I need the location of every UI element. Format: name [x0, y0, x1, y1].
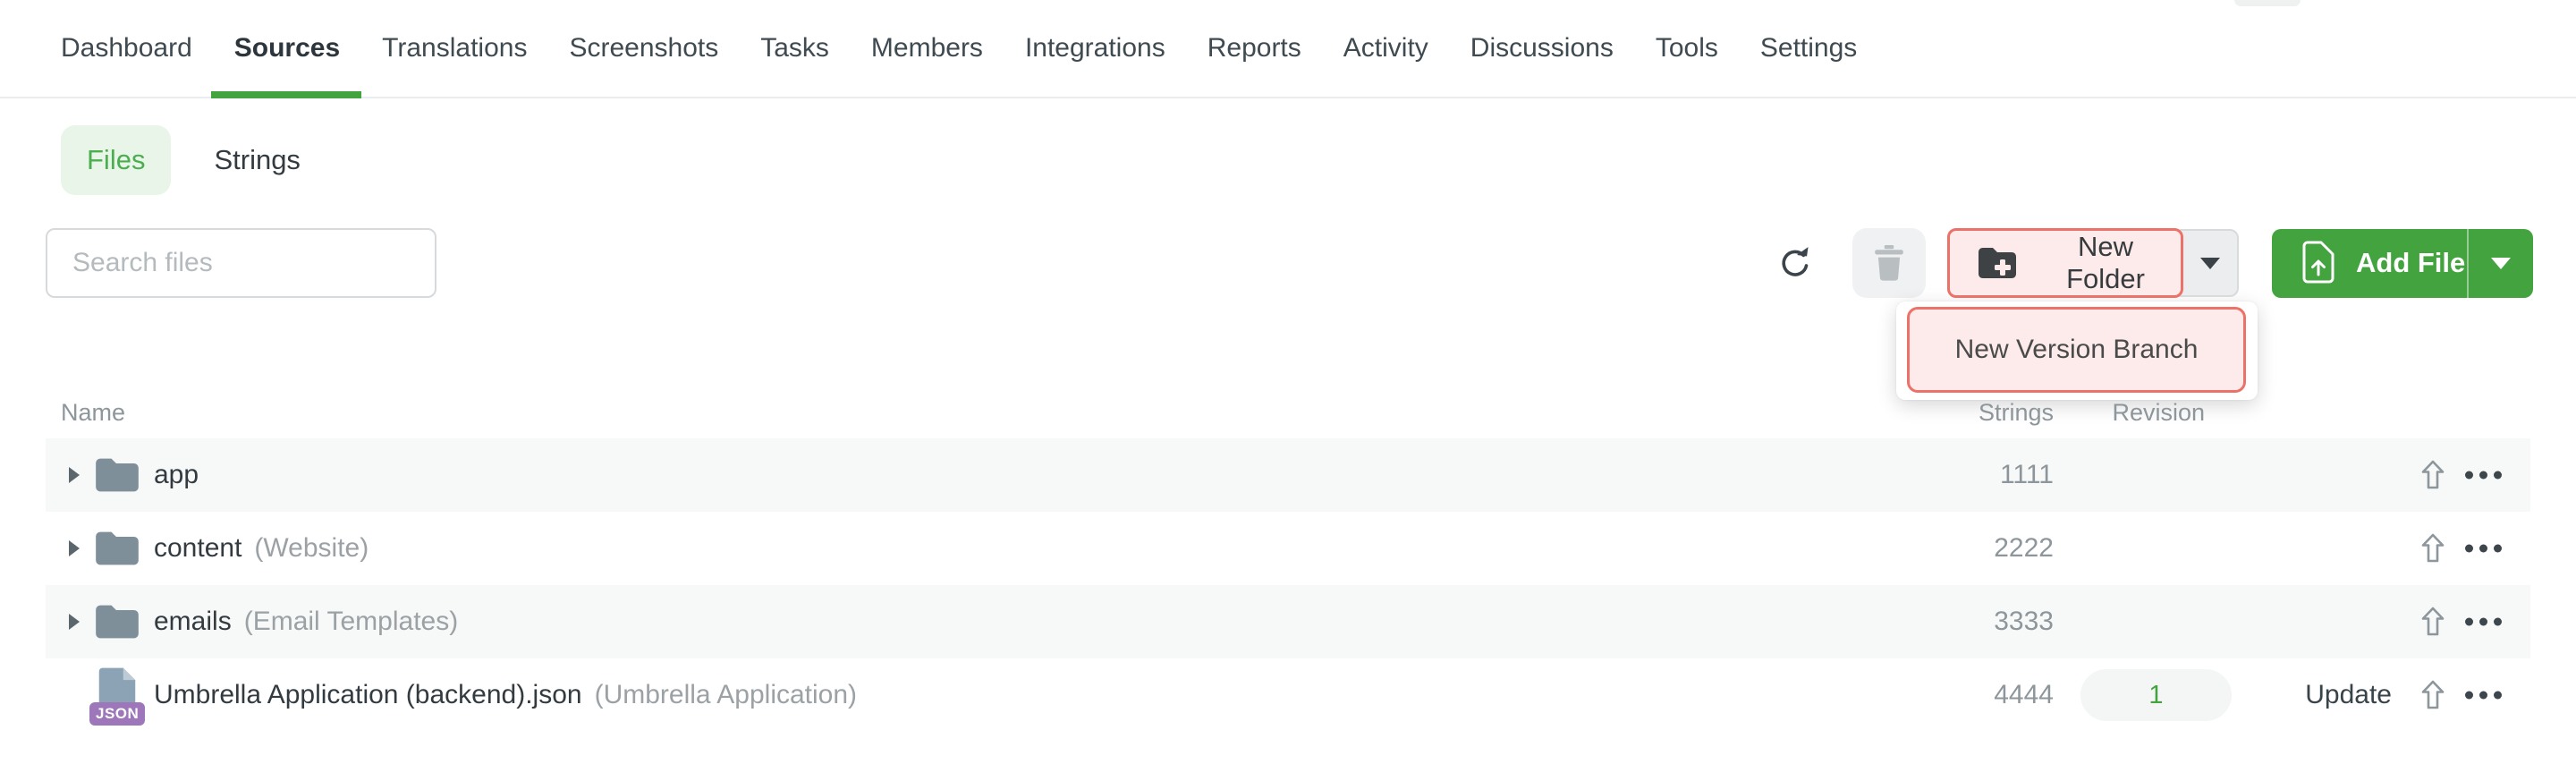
row-strings-count: 3333 — [1994, 607, 2054, 637]
json-badge: JSON — [89, 702, 145, 726]
ellipsis-menu-icon[interactable] — [2465, 471, 2502, 480]
folder-icon — [94, 529, 140, 568]
nav-item-reports[interactable]: Reports — [1208, 0, 1301, 97]
nav-item-settings[interactable]: Settings — [1760, 0, 1857, 97]
chevron-right-icon[interactable] — [69, 614, 80, 630]
delete-button[interactable] — [1852, 228, 1926, 298]
refresh-icon — [1779, 247, 1811, 279]
ellipsis-menu-icon[interactable] — [2465, 692, 2502, 700]
ellipsis-menu-icon[interactable] — [2465, 545, 2502, 553]
upload-icon[interactable] — [2420, 460, 2445, 490]
nav-item-integrations[interactable]: Integrations — [1025, 0, 1165, 97]
new-folder-label: New Folder — [2036, 231, 2175, 295]
table-row-emails[interactable]: emails(Email Templates) 3333 — [46, 585, 2530, 658]
table-row-umbrella-json[interactable]: JSON Umbrella Application (backend).json… — [46, 658, 2530, 732]
row-subtitle: (Umbrella Application) — [595, 680, 857, 709]
sources-files-page: Dashboard Sources Translations Screensho… — [0, 0, 2576, 764]
add-file-label: Add File — [2356, 247, 2465, 279]
new-folder-split-button: New Folder — [1947, 228, 2239, 298]
chevron-down-icon — [2491, 258, 2511, 269]
row-name: Umbrella Application (backend).json(Umbr… — [154, 680, 857, 710]
nav-item-dashboard[interactable]: Dashboard — [61, 0, 192, 97]
nav-item-sources[interactable]: Sources — [234, 0, 340, 97]
row-subtitle: (Website) — [254, 533, 369, 563]
row-name: content(Website) — [154, 533, 369, 564]
row-name: app — [154, 460, 199, 490]
files-table: app 1111 content(Website) 2222 — [46, 438, 2530, 732]
trash-icon — [1873, 245, 1905, 281]
new-folder-dropdown-menu: New Version Branch — [1896, 301, 2258, 400]
add-file-main: Add File — [2272, 241, 2465, 285]
tab-strings[interactable]: Strings — [214, 144, 300, 176]
folder-plus-icon — [1977, 245, 2018, 281]
column-header-strings: Strings — [1979, 399, 2054, 427]
revision-badge[interactable]: 1 — [2080, 669, 2232, 721]
nav-item-translations[interactable]: Translations — [382, 0, 527, 97]
nav-item-tasks[interactable]: Tasks — [760, 0, 829, 97]
tab-files[interactable]: Files — [61, 125, 171, 195]
chevron-right-icon[interactable] — [69, 467, 80, 483]
nav-item-tools[interactable]: Tools — [1656, 0, 1718, 97]
folder-icon — [94, 602, 140, 641]
row-name: emails(Email Templates) — [154, 607, 458, 637]
add-file-dropdown-toggle[interactable] — [2469, 258, 2533, 269]
nav-item-screenshots[interactable]: Screenshots — [569, 0, 718, 97]
sub-tabs: Files Strings — [61, 125, 301, 195]
upload-icon[interactable] — [2420, 607, 2445, 637]
row-strings-count: 2222 — [1994, 533, 2054, 564]
new-folder-button[interactable]: New Folder — [1947, 228, 2183, 298]
nav-item-discussions[interactable]: Discussions — [1470, 0, 1614, 97]
table-row-app[interactable]: app 1111 — [46, 438, 2530, 512]
toolbar-actions: New Folder Add File — [1779, 228, 2533, 298]
chevron-down-icon — [2200, 258, 2220, 269]
upload-icon[interactable] — [2420, 533, 2445, 564]
chevron-right-icon[interactable] — [69, 540, 80, 556]
update-link[interactable]: Update — [2305, 680, 2392, 710]
column-header-name: Name — [61, 399, 125, 427]
files-toolbar: New Folder Add File — [46, 228, 2533, 298]
table-row-content[interactable]: content(Website) 2222 — [46, 512, 2530, 585]
file-upload-icon — [2301, 241, 2336, 285]
row-subtitle: (Email Templates) — [244, 607, 459, 636]
folder-icon — [94, 455, 140, 495]
row-strings-count: 4444 — [1994, 680, 2054, 710]
refresh-button[interactable] — [1779, 247, 1811, 279]
menu-item-new-version-branch[interactable]: New Version Branch — [1907, 307, 2246, 393]
upload-icon[interactable] — [2420, 680, 2445, 710]
row-strings-count: 1111 — [2000, 460, 2054, 490]
column-header-revision: Revision — [2112, 399, 2205, 427]
add-file-button[interactable]: Add File — [2272, 229, 2533, 298]
nav-item-activity[interactable]: Activity — [1343, 0, 1428, 97]
json-file-icon: JSON — [97, 667, 143, 723]
project-nav: Dashboard Sources Translations Screensho… — [0, 0, 2576, 98]
ellipsis-menu-icon[interactable] — [2465, 618, 2502, 626]
search-input[interactable] — [46, 228, 436, 298]
nav-item-members[interactable]: Members — [871, 0, 983, 97]
